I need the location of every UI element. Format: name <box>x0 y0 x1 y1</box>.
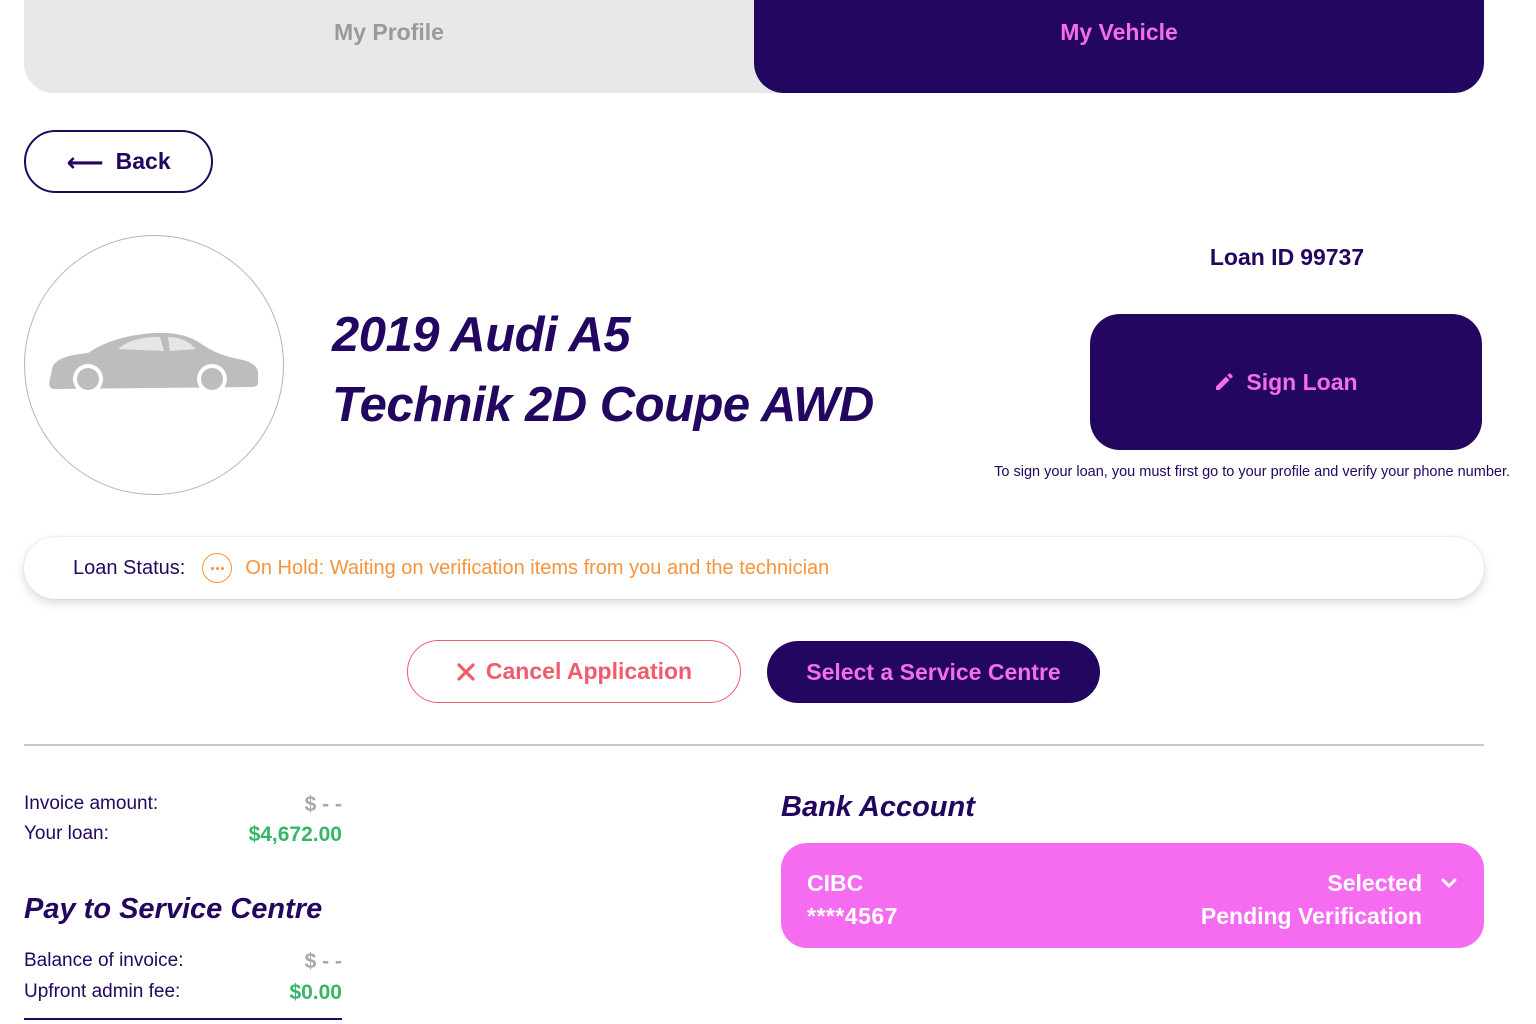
bank-account-number: ****4567 <box>807 903 898 929</box>
cancel-application-label: Cancel Application <box>485 658 693 684</box>
tab-my-vehicle[interactable]: My Vehicle <box>754 0 1484 93</box>
pay-to-service-centre-title: Pay to Service Centre <box>24 893 323 925</box>
close-icon <box>457 662 475 681</box>
back-button-label: Back <box>115 148 171 174</box>
sign-loan-label: Sign Loan <box>1246 368 1358 395</box>
car-icon <box>49 332 258 394</box>
chevron-down-icon[interactable] <box>1438 872 1460 894</box>
select-service-centre-label: Select a Service Centre <box>806 658 1061 685</box>
your-loan-row: Your loan: $4,672.00 <box>24 823 342 847</box>
balance-of-invoice-value: $ - - <box>304 950 342 973</box>
bank-verification-status: Pending Verification <box>1200 903 1422 929</box>
your-loan-label: Your loan: <box>24 823 109 844</box>
upfront-admin-fee-label: Upfront admin fee: <box>24 981 181 1002</box>
tab-my-profile[interactable]: My Profile <box>24 0 754 93</box>
vehicle-title-line1: 2019 Audi A5 <box>332 308 631 362</box>
vehicle-title-line2: Technik 2D Coupe AWD <box>332 378 874 432</box>
bank-selected-label: Selected <box>1327 870 1422 896</box>
back-button[interactable]: ⟵ Back <box>24 130 213 193</box>
totals-divider <box>24 1018 342 1020</box>
sign-loan-note: To sign your loan, you must first go to … <box>994 464 1510 480</box>
sign-loan-button[interactable]: Sign Loan <box>1090 314 1482 450</box>
upfront-admin-fee-value: $0.00 <box>289 981 342 1004</box>
invoice-amount-value: $ - - <box>304 793 342 816</box>
balance-of-invoice-label: Balance of invoice: <box>24 950 184 971</box>
bank-name: CIBC <box>807 870 864 896</box>
arrow-left-icon: ⟵ <box>66 146 104 177</box>
tab-bar: My Profile My Vehicle <box>24 0 1484 93</box>
loan-status-bar: Loan Status: On Hold: Waiting on verific… <box>24 537 1484 599</box>
loan-id: Loan ID 99737 <box>1092 244 1482 271</box>
your-loan-value: $4,672.00 <box>248 823 342 846</box>
vehicle-image <box>24 235 284 495</box>
upfront-admin-fee-row: Upfront admin fee: $0.00 <box>24 981 342 1005</box>
loan-id-label: Loan ID <box>1209 244 1295 270</box>
pencil-icon <box>1216 373 1234 390</box>
vehicle-title: 2019 Audi A5 Technik 2D Coupe AWD <box>332 300 874 440</box>
loan-status-label: Loan Status: <box>73 556 186 579</box>
section-divider <box>24 744 1484 746</box>
select-service-centre-button[interactable]: Select a Service Centre <box>767 641 1100 703</box>
balance-of-invoice-row: Balance of invoice: $ - - <box>24 950 342 974</box>
invoice-amount-label: Invoice amount: <box>24 793 159 814</box>
bank-account-card[interactable]: CIBC ****4567 Selected Pending Verificat… <box>781 843 1484 948</box>
invoice-amount-row: Invoice amount: $ - - <box>24 793 342 817</box>
cancel-application-button[interactable]: Cancel Application <box>407 640 741 703</box>
more-dots-icon <box>202 553 233 583</box>
loan-status-text: On Hold: Waiting on verification items f… <box>245 556 830 579</box>
bank-account-title: Bank Account <box>781 791 975 823</box>
loan-id-value: 99737 <box>1300 244 1365 270</box>
